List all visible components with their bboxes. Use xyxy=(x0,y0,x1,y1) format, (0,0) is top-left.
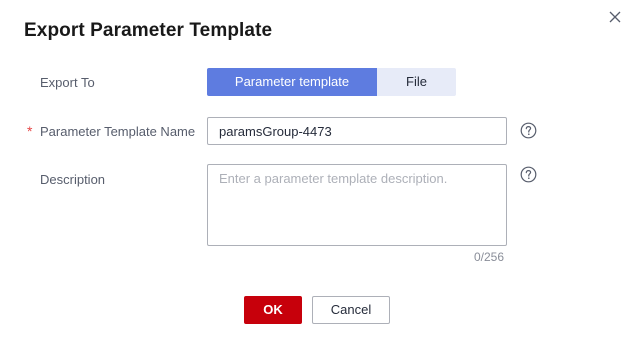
question-circle-icon[interactable] xyxy=(520,166,537,183)
required-mark: * xyxy=(27,123,33,139)
export-to-label: Export To xyxy=(40,75,95,90)
template-name-label: Parameter Template Name xyxy=(40,124,196,139)
close-icon[interactable] xyxy=(606,8,624,26)
cancel-button[interactable]: Cancel xyxy=(312,296,390,324)
ok-button[interactable]: OK xyxy=(244,296,302,324)
export-to-parameter-template-option[interactable]: Parameter template xyxy=(207,68,377,96)
description-label: Description xyxy=(40,172,106,187)
description-textarea[interactable] xyxy=(207,164,507,246)
export-to-file-option[interactable]: File xyxy=(377,68,456,96)
template-name-input[interactable] xyxy=(207,117,507,145)
description-char-counter: 0/256 xyxy=(474,250,505,264)
dialog-title: Export Parameter Template xyxy=(24,20,273,41)
export-to-segmented-control: Parameter template File xyxy=(207,68,456,96)
question-circle-icon[interactable] xyxy=(520,122,537,139)
export-parameter-template-dialog: Export Parameter Template Export To Para… xyxy=(0,0,629,340)
